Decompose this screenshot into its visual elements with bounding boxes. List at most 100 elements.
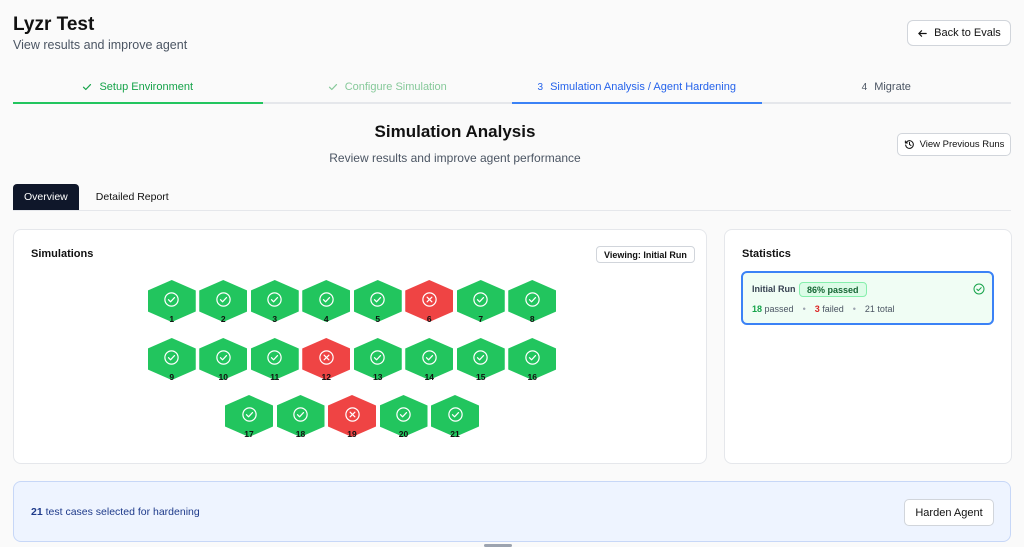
simulation-10[interactable]: 10 [199, 338, 248, 386]
check-icon [83, 84, 92, 91]
passed-count: 18 [752, 304, 763, 314]
check-circle-icon [216, 349, 231, 365]
step-4[interactable]: 4 Migrate [761, 72, 1011, 104]
x-circle-icon [422, 291, 437, 307]
simulation-12[interactable]: 12 [302, 338, 351, 386]
simulation-15[interactable]: 15 [456, 338, 505, 386]
simulations-title: Simulations [31, 248, 94, 260]
step-label: Migrate [874, 81, 911, 93]
step-number: 4 [861, 81, 868, 93]
arrow-left-icon [918, 29, 927, 37]
section-subtitle: Review results and improve agent perform… [329, 151, 581, 165]
tab-overview[interactable]: Overview [13, 184, 79, 210]
step-label: Configure Simulation [344, 81, 447, 93]
simulation-number: 16 [527, 372, 537, 382]
simulation-4[interactable]: 4 [302, 280, 351, 328]
passed-stat: 18 passed [752, 304, 794, 314]
check-circle-icon [164, 291, 179, 307]
back-to-evals-button[interactable]: Back to Evals [907, 20, 1011, 46]
run-name: Initial Run [752, 284, 796, 294]
simulation-3[interactable]: 3 [250, 280, 299, 328]
check-circle-icon [216, 291, 231, 307]
check-circle-icon [267, 291, 282, 307]
simulation-number: 10 [218, 372, 228, 382]
check-circle-icon [370, 291, 385, 307]
tab-detailed-report[interactable]: Detailed Report [85, 184, 180, 210]
statistics-title: Statistics [742, 248, 791, 260]
simulation-number: 21 [450, 429, 460, 439]
simulation-1[interactable]: 1 [147, 280, 196, 328]
failed-count: 3 [814, 304, 820, 314]
simulation-number: 8 [529, 314, 535, 324]
history-icon [904, 140, 914, 149]
pass-rate-badge: 86% passed [799, 282, 867, 297]
check-circle-icon [241, 406, 257, 422]
simulation-6[interactable]: 6 [405, 280, 454, 328]
check-circle-icon [396, 406, 411, 422]
step-number: 3 [537, 81, 544, 93]
back-to-evals-label: Back to Evals [934, 27, 1001, 39]
simulation-2[interactable]: 2 [199, 280, 248, 328]
simulation-number: 17 [244, 429, 254, 439]
page-title: Lyzr Test [13, 14, 95, 35]
failed-label: failed [822, 304, 844, 314]
step-label: Setup Environment [99, 81, 194, 93]
stepper: Setup Environment Configure Simulation 3 Si… [13, 72, 1011, 104]
simulation-number: 5 [375, 314, 381, 324]
simulation-13[interactable]: 13 [353, 338, 402, 386]
check-circle-icon [370, 349, 385, 365]
run-summary-initial[interactable]: Initial Run 86% passed 18 passed • 3 fai… [741, 271, 994, 325]
selected-count: 21 [31, 506, 43, 518]
page-subtitle: View results and improve agent [13, 38, 188, 52]
harden-agent-button[interactable]: Harden Agent [904, 499, 994, 526]
simulation-number: 7 [478, 314, 484, 324]
simulation-number: 19 [347, 429, 357, 439]
check-circle-icon [525, 349, 540, 365]
simulation-number: 3 [272, 314, 278, 324]
simulation-number: 14 [424, 372, 434, 382]
step-2[interactable]: Configure Simulation [262, 72, 512, 104]
passed-label: passed [764, 304, 794, 314]
x-circle-icon [344, 406, 360, 422]
simulation-21[interactable]: 21 [431, 395, 479, 443]
simulation-8[interactable]: 8 [508, 280, 557, 328]
simulations-card: Simulations Viewing: Initial Run 1234567… [13, 229, 707, 464]
view-previous-runs-button[interactable]: View Previous Runs [897, 133, 1011, 156]
statistics-card: Statistics [724, 229, 1012, 464]
hardening-text: test cases selected for hardening [45, 506, 200, 518]
simulation-19[interactable]: 19 [328, 395, 376, 443]
check-circle-icon [447, 406, 463, 422]
simulation-9[interactable]: 9 [147, 338, 196, 386]
simulation-number: 15 [476, 372, 486, 382]
x-circle-icon [319, 349, 334, 365]
simulation-number: 12 [321, 372, 331, 382]
simulation-number: 2 [220, 314, 226, 324]
simulation-16[interactable]: 16 [508, 338, 557, 386]
simulation-number: 11 [270, 372, 280, 382]
simulation-7[interactable]: 7 [456, 280, 505, 328]
separator-dot: • [852, 304, 856, 314]
step-1[interactable]: Setup Environment [13, 72, 263, 104]
simulation-5[interactable]: 5 [353, 280, 402, 328]
hardening-footer: 21 test cases selected for hardening Har… [13, 481, 1011, 542]
simulation-20[interactable]: 20 [379, 395, 428, 443]
separator-dot: • [802, 304, 806, 314]
simulation-number: 1 [169, 314, 175, 324]
simulation-14[interactable]: 14 [405, 338, 454, 386]
simulation-11[interactable]: 11 [250, 338, 299, 386]
check-circle-icon [422, 349, 437, 365]
step-3[interactable]: 3 Simulation Analysis / Agent Hardening [512, 72, 762, 104]
check-circle-icon [164, 349, 179, 365]
check-circle-icon [973, 283, 985, 295]
simulation-number: 18 [295, 429, 306, 439]
total-stat: 21 total [864, 304, 895, 314]
simulation-17[interactable]: 17 [225, 395, 273, 443]
view-previous-runs-label: View Previous Runs [919, 139, 1005, 150]
section-title: Simulation Analysis [374, 122, 536, 141]
simulation-number: 6 [426, 314, 432, 324]
simulation-18[interactable]: 18 [276, 395, 325, 443]
check-circle-icon [525, 291, 540, 307]
simulation-number: 20 [398, 429, 409, 439]
run-stats: 18 passed • 3 failed • 21 total [752, 304, 894, 314]
check-circle-icon [473, 349, 488, 365]
